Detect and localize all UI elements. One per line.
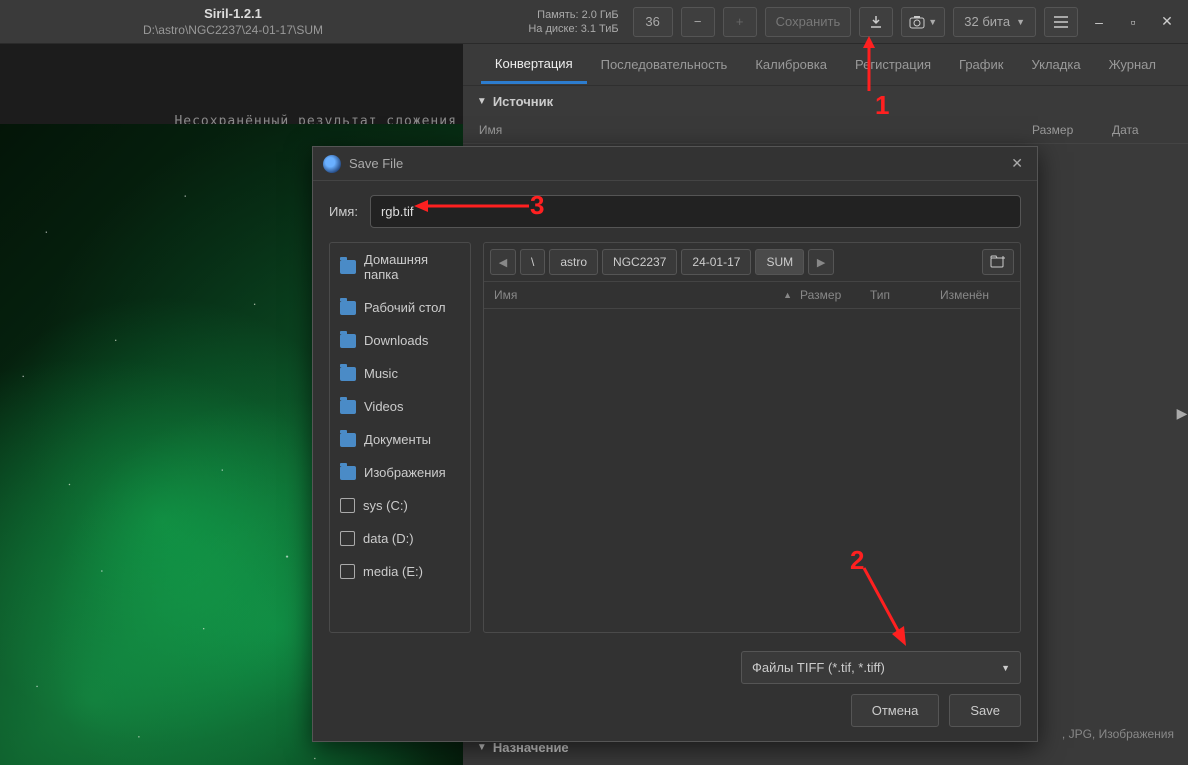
breadcrumb-sum[interactable]: SUM — [755, 249, 804, 275]
drive-icon — [340, 564, 355, 579]
col-header-name[interactable]: Имя — [479, 123, 1032, 137]
download-icon — [868, 14, 884, 30]
hamburger-menu-button[interactable] — [1044, 7, 1078, 37]
fcol-name[interactable]: Имя — [494, 288, 517, 302]
file-browser: ◀ \ astro NGC2237 24-01-17 SUM ▶ Имя ▲ Ра… — [483, 242, 1021, 633]
filename-label: Имя: — [329, 204, 358, 219]
cancel-button[interactable]: Отмена — [851, 694, 940, 727]
drive-icon — [340, 498, 355, 513]
tab-sequence[interactable]: Последовательность — [587, 47, 742, 82]
source-columns: Имя Размер Дата — [463, 117, 1188, 144]
dialog-title: Save File — [349, 156, 1007, 171]
col-header-date[interactable]: Дата — [1112, 123, 1172, 137]
place-downloads[interactable]: Downloads — [330, 324, 470, 357]
folder-icon — [340, 260, 356, 274]
fcol-modified[interactable]: Изменён — [940, 288, 1010, 302]
memory-label: Память: 2.0 ГиБ — [528, 8, 618, 22]
sort-asc-icon: ▲ — [783, 290, 792, 300]
new-folder-button[interactable] — [982, 249, 1014, 275]
chevron-down-icon: ▼ — [1001, 663, 1010, 673]
header-bar: Siril-1.2.1 D:\astro\NGC2237\24-01-17\SU… — [0, 0, 1188, 44]
place-home[interactable]: Домашняя папка — [330, 243, 470, 291]
window-close[interactable]: ✕ — [1154, 13, 1180, 30]
file-columns: Имя ▲ Размер Тип Изменён — [484, 282, 1020, 309]
nav-back-button[interactable]: ◀ — [490, 249, 516, 275]
chevron-down-icon: ▼ — [1016, 17, 1025, 27]
filename-input[interactable] — [370, 195, 1021, 228]
breadcrumb-root[interactable]: \ — [520, 249, 545, 275]
place-documents[interactable]: Документы — [330, 423, 470, 456]
camera-icon — [909, 15, 925, 29]
col-header-size[interactable]: Размер — [1032, 123, 1112, 137]
siril-app-icon — [323, 155, 341, 173]
confirm-save-button[interactable]: Save — [949, 694, 1021, 727]
tab-plot[interactable]: График — [945, 47, 1017, 82]
file-type-dropdown[interactable]: Файлы TIFF (*.tif, *.tiff) ▼ — [741, 651, 1021, 684]
window-maximize[interactable]: ▫ — [1120, 14, 1146, 30]
place-drive-c[interactable]: sys (C:) — [330, 489, 470, 522]
memory-info: Память: 2.0 ГиБ На диске: 3.1 ТиБ — [528, 8, 618, 36]
folder-icon — [340, 367, 356, 381]
snapshot-button[interactable]: ▼ — [901, 7, 945, 37]
nav-forward-button[interactable]: ▶ — [808, 249, 834, 275]
chevron-down-icon: ▼ — [477, 96, 487, 107]
place-drive-d[interactable]: data (D:) — [330, 522, 470, 555]
drive-icon — [340, 531, 355, 546]
tab-conversion[interactable]: Конвертация — [481, 46, 587, 84]
save-file-dialog: Save File ✕ Имя: Домашняя папка Рабочий … — [312, 146, 1038, 742]
tab-registration[interactable]: Регистрация — [841, 47, 945, 82]
place-videos[interactable]: Videos — [330, 390, 470, 423]
app-path: D:\astro\NGC2237\24-01-17\SUM — [8, 23, 458, 37]
window-minimize[interactable]: – — [1086, 14, 1112, 30]
dialog-titlebar[interactable]: Save File ✕ — [313, 147, 1037, 181]
fcol-type[interactable]: Тип — [870, 288, 940, 302]
breadcrumb-ngc[interactable]: NGC2237 — [602, 249, 677, 275]
breadcrumb-astro[interactable]: astro — [549, 249, 598, 275]
hamburger-icon — [1054, 16, 1068, 28]
folder-icon — [340, 400, 356, 414]
disk-label: На диске: 3.1 ТиБ — [528, 22, 618, 36]
chevron-down-icon: ▼ — [928, 17, 937, 27]
header-title: Siril-1.2.1 D:\astro\NGC2237\24-01-17\SU… — [8, 6, 458, 37]
fcol-size[interactable]: Размер — [800, 288, 870, 302]
minus-button[interactable]: − — [681, 7, 715, 37]
breadcrumb-date[interactable]: 24-01-17 — [681, 249, 751, 275]
file-list-area[interactable] — [484, 309, 1020, 632]
source-section-header[interactable]: ▼ Источник — [463, 86, 1188, 117]
folder-icon — [340, 466, 356, 480]
counter-field[interactable]: 36 — [633, 7, 673, 37]
folder-icon — [340, 334, 356, 348]
app-name: Siril-1.2.1 — [8, 6, 458, 21]
folder-icon — [340, 433, 356, 447]
tab-log[interactable]: Журнал — [1095, 47, 1170, 82]
place-drive-e[interactable]: media (E:) — [330, 555, 470, 588]
dialog-close-button[interactable]: ✕ — [1007, 151, 1027, 176]
place-music[interactable]: Music — [330, 357, 470, 390]
bit-depth-dropdown[interactable]: 32 бита ▼ — [953, 7, 1036, 37]
chevron-down-icon: ▼ — [477, 742, 487, 753]
folder-icon — [340, 301, 356, 315]
tab-calibration[interactable]: Калибровка — [741, 47, 841, 82]
plus-button[interactable]: + — [723, 7, 757, 37]
new-folder-icon — [990, 255, 1006, 269]
place-pictures[interactable]: Изображения — [330, 456, 470, 489]
tabs-bar: Конвертация Последовательность Калибровк… — [463, 44, 1188, 86]
places-sidebar: Домашняя папка Рабочий стол Downloads Mu… — [329, 242, 471, 633]
download-icon-button[interactable] — [859, 7, 893, 37]
place-desktop[interactable]: Рабочий стол — [330, 291, 470, 324]
save-button[interactable]: Сохранить — [765, 7, 852, 37]
panel-collapse-arrow[interactable]: ▶ — [1176, 405, 1188, 422]
tab-stacking[interactable]: Укладка — [1017, 47, 1094, 82]
breadcrumb-bar: ◀ \ astro NGC2237 24-01-17 SUM ▶ — [484, 243, 1020, 282]
